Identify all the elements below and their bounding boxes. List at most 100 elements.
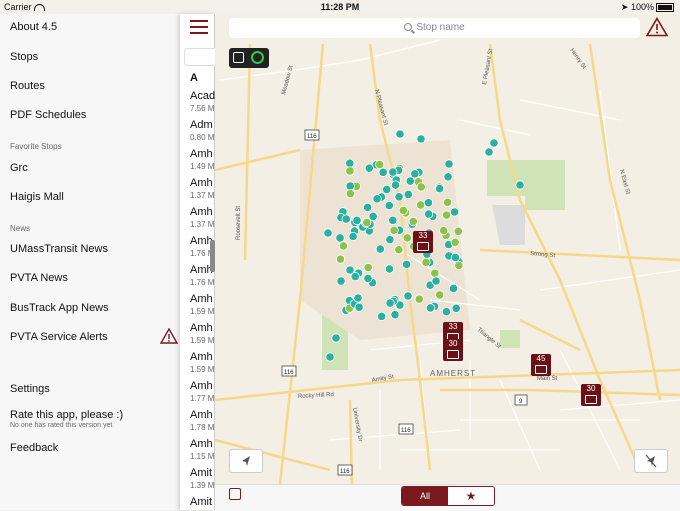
stop-marker[interactable] bbox=[425, 303, 436, 313]
stop-marker[interactable] bbox=[353, 293, 363, 303]
menu-icon[interactable] bbox=[190, 20, 208, 34]
stop-marker[interactable] bbox=[338, 241, 349, 251]
stop-list-item-name[interactable]: Adm bbox=[190, 119, 213, 131]
stop-marker[interactable] bbox=[484, 147, 494, 157]
stop-list-search[interactable] bbox=[184, 48, 215, 66]
stop-marker[interactable] bbox=[398, 205, 408, 215]
menu-bustrack-news[interactable]: BusTrack App News bbox=[10, 302, 109, 314]
stop-marker[interactable] bbox=[348, 231, 358, 242]
stop-marker[interactable] bbox=[421, 257, 431, 267]
route-badge[interactable]: 30 bbox=[443, 339, 463, 361]
stop-marker[interactable] bbox=[394, 192, 404, 202]
stop-marker[interactable] bbox=[448, 283, 459, 294]
stop-marker[interactable] bbox=[405, 176, 415, 186]
stop-marker[interactable] bbox=[441, 307, 452, 317]
filter-favorites-star-icon[interactable]: ★ bbox=[448, 487, 494, 505]
menu-feedback[interactable]: Feedback bbox=[10, 442, 58, 454]
stop-marker[interactable] bbox=[325, 352, 335, 362]
stop-marker[interactable] bbox=[403, 189, 413, 200]
stop-marker[interactable] bbox=[385, 235, 395, 245]
stop-marker[interactable] bbox=[363, 202, 373, 212]
stop-marker[interactable] bbox=[416, 134, 426, 144]
stop-marker[interactable] bbox=[435, 290, 445, 300]
stop-list-item-name[interactable]: Amh bbox=[190, 322, 213, 334]
stop-marker[interactable] bbox=[435, 183, 445, 194]
bus-tracking-toggle[interactable] bbox=[229, 48, 269, 68]
stop-marker[interactable] bbox=[354, 302, 364, 312]
stop-marker[interactable] bbox=[388, 215, 398, 225]
stop-marker[interactable] bbox=[335, 254, 346, 264]
stop-marker[interactable] bbox=[389, 225, 399, 235]
stop-list-item-name[interactable]: Amh bbox=[190, 177, 213, 189]
stop-marker[interactable] bbox=[336, 276, 346, 286]
menu-settings[interactable]: Settings bbox=[10, 383, 50, 395]
stop-marker[interactable] bbox=[368, 211, 378, 222]
stop-marker[interactable] bbox=[451, 303, 461, 313]
stop-marker[interactable] bbox=[416, 200, 426, 210]
stop-marker[interactable] bbox=[423, 198, 434, 208]
stop-marker[interactable] bbox=[345, 189, 355, 199]
stop-list-item-name[interactable]: Amh bbox=[190, 438, 213, 450]
filter-all-button[interactable]: All bbox=[402, 487, 448, 505]
stop-marker[interactable] bbox=[430, 268, 440, 278]
stop-marker[interactable] bbox=[341, 214, 351, 224]
menu-umasstransit-news[interactable]: UMassTransit News bbox=[10, 243, 108, 255]
stop-marker[interactable] bbox=[377, 311, 387, 321]
stop-marker[interactable] bbox=[444, 159, 454, 169]
stop-marker[interactable] bbox=[372, 194, 382, 204]
stop-marker[interactable] bbox=[335, 233, 345, 243]
menu-pvta-news[interactable]: PVTA News bbox=[10, 272, 68, 284]
stop-list-item-name[interactable]: Amh bbox=[190, 409, 213, 421]
stop-list-item-name[interactable]: Amit bbox=[190, 467, 212, 479]
stop-filter-segmented-control[interactable]: All ★ bbox=[401, 486, 495, 506]
stop-marker[interactable] bbox=[450, 207, 460, 217]
menu-stops[interactable]: Stops bbox=[10, 51, 38, 63]
route-badge[interactable]: 45 bbox=[531, 354, 551, 376]
stop-marker[interactable] bbox=[401, 259, 412, 269]
stop-marker[interactable] bbox=[416, 182, 426, 192]
stop-marker[interactable] bbox=[384, 200, 394, 211]
menu-pdf-schedules[interactable]: PDF Schedules bbox=[10, 109, 86, 121]
stop-marker[interactable] bbox=[378, 167, 388, 177]
stop-marker[interactable] bbox=[402, 233, 412, 243]
stop-marker[interactable] bbox=[442, 197, 453, 207]
stop-marker[interactable] bbox=[323, 228, 333, 238]
stop-marker[interactable] bbox=[410, 169, 420, 179]
location-off-button[interactable] bbox=[634, 449, 668, 473]
stop-marker[interactable] bbox=[489, 138, 499, 148]
service-alert-icon[interactable] bbox=[646, 17, 668, 37]
stop-marker[interactable] bbox=[453, 226, 463, 236]
stop-marker[interactable] bbox=[441, 210, 452, 220]
stop-marker[interactable] bbox=[345, 181, 355, 191]
stop-marker[interactable] bbox=[385, 298, 395, 308]
bus-icon[interactable] bbox=[229, 488, 241, 500]
stop-marker[interactable] bbox=[408, 216, 418, 227]
stop-marker[interactable] bbox=[390, 310, 400, 320]
stop-marker[interactable] bbox=[363, 262, 373, 273]
stop-list-item-name[interactable]: Amh bbox=[190, 148, 213, 160]
menu-rate-app[interactable]: Rate this app, please :) bbox=[10, 409, 123, 421]
menu-routes[interactable]: Routes bbox=[10, 80, 45, 92]
stop-list-item-name[interactable]: Amit bbox=[190, 496, 212, 508]
stop-marker[interactable] bbox=[390, 180, 401, 190]
stop-marker[interactable] bbox=[454, 260, 464, 271]
stop-marker[interactable] bbox=[345, 158, 355, 168]
route-badge[interactable]: 33 bbox=[413, 231, 433, 253]
stop-marker[interactable] bbox=[395, 129, 405, 139]
stop-marker[interactable] bbox=[431, 276, 441, 286]
stop-marker[interactable] bbox=[331, 333, 341, 343]
stop-list-item-name[interactable]: Acad bbox=[190, 90, 215, 102]
menu-pvta-service-alerts[interactable]: PVTA Service Alerts bbox=[10, 331, 108, 343]
stop-marker[interactable] bbox=[443, 172, 453, 182]
stop-marker[interactable] bbox=[450, 237, 460, 247]
stop-list-item-name[interactable]: Amh bbox=[190, 380, 213, 392]
menu-favorite-grc[interactable]: Grc bbox=[10, 162, 28, 174]
stop-marker[interactable] bbox=[394, 245, 404, 255]
stop-marker[interactable] bbox=[364, 163, 374, 173]
stop-marker[interactable] bbox=[363, 273, 373, 283]
stop-marker[interactable] bbox=[424, 209, 434, 219]
stop-list-item-name[interactable]: Amh bbox=[190, 351, 213, 363]
route-badge[interactable]: 30 bbox=[581, 384, 601, 406]
locate-button[interactable] bbox=[229, 449, 263, 473]
stop-marker[interactable] bbox=[382, 184, 392, 195]
